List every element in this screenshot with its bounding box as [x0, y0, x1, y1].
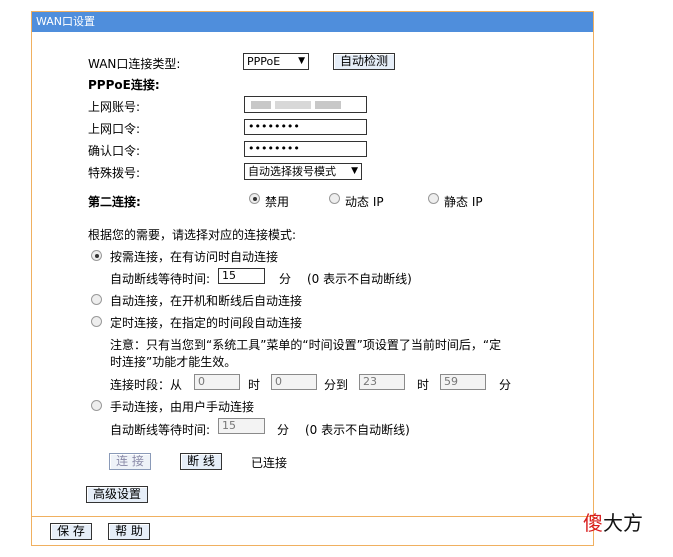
redacted-text — [251, 101, 271, 109]
to-hour-input[interactable]: 23 — [359, 374, 405, 390]
special-dial-label: 特殊拨号: — [88, 166, 141, 180]
auto-connect-radio[interactable] — [91, 294, 102, 305]
account-input[interactable] — [244, 96, 367, 113]
save-button[interactable]: 保 存 — [50, 523, 92, 540]
to-minute-input[interactable]: 59 — [440, 374, 486, 390]
hour-unit-2: 时 — [417, 378, 430, 392]
secondary-static-ip-radio[interactable] — [428, 193, 439, 204]
chevron-down-icon: ▼ — [298, 56, 305, 66]
idle-unit: 分 — [279, 272, 292, 286]
watermark-logo: 傻大方 — [583, 507, 643, 536]
secondary-dynamic-ip-label: 动态 IP — [345, 195, 384, 209]
manual-idle-unit: 分 — [277, 423, 290, 437]
watermark-first: 傻 — [583, 511, 603, 535]
manual-connect-label: 手动连接，由用户手动连接 — [110, 400, 255, 414]
to-label: 分到 — [324, 378, 349, 392]
minute-unit: 分 — [499, 378, 512, 392]
redacted-text — [315, 101, 341, 109]
period-label: 连接时段：从 — [110, 378, 183, 392]
special-dial-value: 自动选择拨号模式 — [248, 165, 336, 178]
pppoe-heading: PPPoE连接: — [88, 78, 160, 92]
help-button[interactable]: 帮 助 — [108, 523, 150, 540]
conn-type-select[interactable]: PPPoE ▼ — [243, 53, 309, 70]
from-minute-input[interactable]: 0 — [271, 374, 317, 390]
on-demand-radio[interactable] — [91, 250, 102, 261]
secondary-disabled-label: 禁用 — [265, 195, 290, 209]
idle-time-label: 自动断线等待时间: — [110, 272, 211, 286]
connect-button[interactable]: 连 接 — [109, 453, 151, 470]
conn-type-value: PPPoE — [247, 55, 281, 68]
password-input[interactable]: •••••••• — [244, 119, 367, 135]
confirm-password-label: 确认口令: — [88, 144, 141, 158]
manual-idle-note: (0 表示不自动断线) — [305, 423, 410, 437]
timed-connect-radio[interactable] — [91, 316, 102, 327]
confirm-password-input[interactable]: •••••••• — [244, 141, 367, 157]
timed-connect-label: 定时连接，在指定的时间段自动连接 — [110, 316, 303, 330]
disconnect-button[interactable]: 断 线 — [180, 453, 222, 470]
chevron-down-icon: ▼ — [351, 166, 358, 176]
mode-prompt: 根据您的需要，请选择对应的连接模式: — [88, 228, 297, 242]
hour-unit: 时 — [248, 378, 261, 392]
secondary-static-ip-label: 静态 IP — [444, 195, 483, 209]
connection-status: 已连接 — [251, 456, 288, 470]
secondary-disabled-radio[interactable] — [249, 193, 260, 204]
idle-note: (0 表示不自动断线) — [307, 272, 412, 286]
secondary-dynamic-ip-radio[interactable] — [329, 193, 340, 204]
wan-settings-panel: WAN口设置 WAN口连接类型: PPPoE ▼ 自动检测 PPPoE连接: 上… — [31, 11, 594, 546]
timed-note-line2: 时连接”功能才能生效。 — [110, 355, 237, 369]
on-demand-label: 按需连接，在有访问时自动连接 — [110, 250, 279, 264]
redacted-text — [275, 101, 311, 109]
manual-idle-time-input[interactable]: 15 — [218, 418, 265, 434]
password-label: 上网口令: — [88, 122, 141, 136]
window-title: WAN口设置 — [32, 12, 593, 32]
footer-bar: 保 存 帮 助 — [32, 516, 593, 545]
watermark-rest: 大方 — [603, 511, 643, 535]
account-label: 上网账号: — [88, 100, 141, 114]
auto-detect-button[interactable]: 自动检测 — [333, 53, 395, 70]
manual-idle-time-label: 自动断线等待时间: — [110, 423, 211, 437]
conn-type-label: WAN口连接类型: — [88, 57, 181, 71]
special-dial-select[interactable]: 自动选择拨号模式 ▼ — [244, 163, 362, 180]
timed-note-line1: 注意：只有当您到“系统工具”菜单的“时间设置”项设置了当前时间后，“定 — [110, 338, 502, 352]
secondary-conn-label: 第二连接: — [88, 195, 141, 209]
advanced-settings-button[interactable]: 高级设置 — [86, 486, 148, 503]
auto-connect-label: 自动连接，在开机和断线后自动连接 — [110, 294, 303, 308]
from-hour-input[interactable]: 0 — [194, 374, 240, 390]
manual-connect-radio[interactable] — [91, 400, 102, 411]
idle-time-input[interactable]: 15 — [218, 268, 265, 284]
